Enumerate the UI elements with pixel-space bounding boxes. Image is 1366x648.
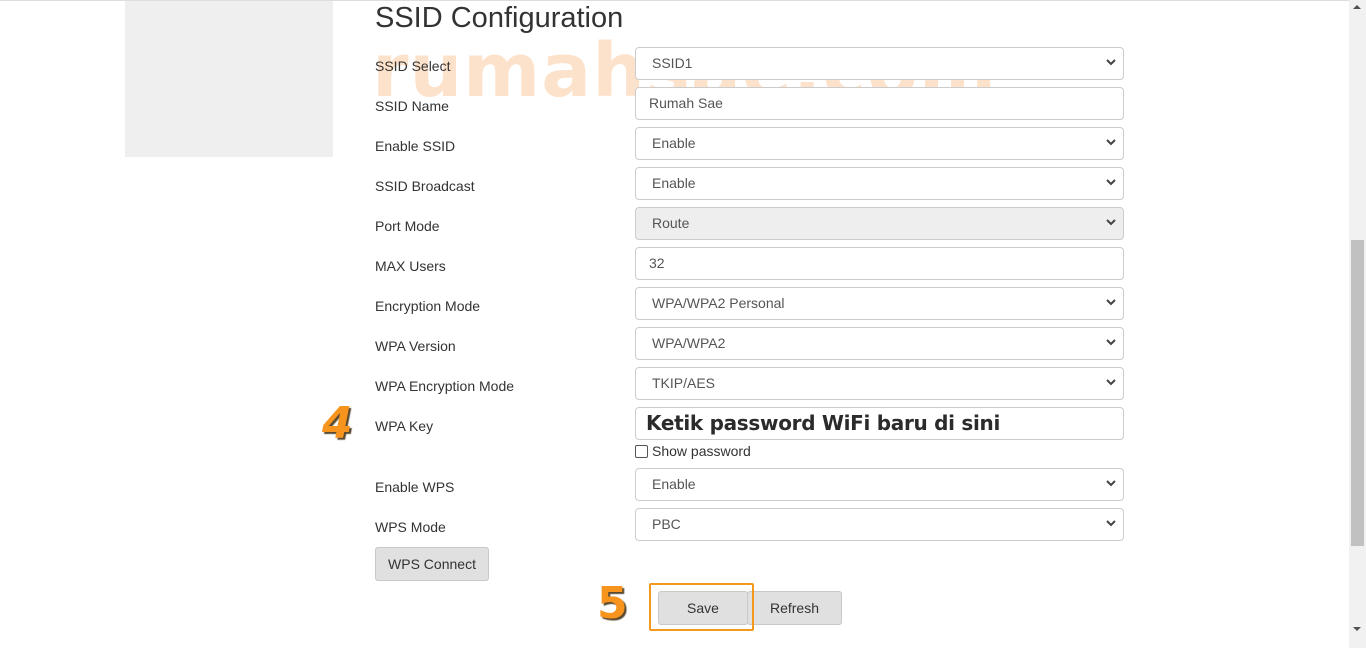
refresh-button[interactable]: Refresh [747,591,842,625]
wpa-encryption-mode-label: WPA Encryption Mode [375,378,515,394]
encryption-mode-row: Encryption Mode WPA/WPA2 Personal [375,287,1125,321]
wpa-key-input[interactable]: Ketik password WiFi baru di sini [635,407,1124,440]
ssid-broadcast-row: SSID Broadcast Enable [375,167,1125,201]
step-number-4: 4 [322,398,353,449]
chevron-down-icon [1106,297,1116,307]
enable-wps-row: Enable WPS Enable [375,468,1125,502]
chevron-down-icon [1106,377,1116,387]
chevron-down-icon [1106,518,1116,528]
step-number-5: 5 [597,578,628,629]
enable-wps-label: Enable WPS [375,479,455,495]
enable-wps-value: Enable [652,476,696,492]
enable-ssid-value: Enable [652,135,696,151]
wps-mode-label: WPS Mode [375,519,446,535]
chevron-down-icon [1106,57,1116,67]
wpa-encryption-mode-row: WPA Encryption Mode TKIP/AES [375,367,1125,401]
chevron-down-icon [1106,478,1116,488]
ssid-broadcast-label: SSID Broadcast [375,178,475,194]
wps-connect-button[interactable]: WPS Connect [375,547,489,581]
scroll-down-arrow-icon[interactable] [1353,627,1361,631]
show-password-checkbox[interactable] [635,444,648,458]
show-password-label: Show password [652,443,751,459]
chevron-down-icon [1106,217,1116,227]
scroll-up-arrow-icon[interactable] [1353,5,1361,9]
wpa-key-label: WPA Key [375,418,434,434]
wps-mode-row: WPS Mode PBC [375,508,1125,542]
wpa-version-value: WPA/WPA2 [652,335,726,351]
port-mode-row: Port Mode Route [375,207,1125,241]
ssid-select-value: SSID1 [652,55,693,71]
chevron-down-icon [1106,137,1116,147]
max-users-label: MAX Users [375,258,446,274]
enable-ssid-select[interactable]: Enable [635,127,1124,160]
chevron-down-icon [1106,337,1116,347]
ssid-select[interactable]: SSID1 [635,47,1124,80]
wpa-encryption-mode-select[interactable]: TKIP/AES [635,367,1124,400]
ssid-name-row: SSID Name Rumah Sae [375,87,1125,121]
vertical-scrollbar[interactable] [1349,0,1366,648]
max-users-row: MAX Users 32 [375,247,1125,281]
ssid-broadcast-select[interactable]: Enable [635,167,1124,200]
chevron-down-icon [1106,177,1116,187]
wps-mode-value: PBC [652,516,681,532]
max-users-value: 32 [649,255,665,271]
wpa-version-label: WPA Version [375,338,456,354]
scrollbar-thumb[interactable] [1351,240,1364,546]
port-mode-label: Port Mode [375,218,440,234]
ssid-select-label: SSID Select [375,58,451,74]
wpa-version-select[interactable]: WPA/WPA2 [635,327,1124,360]
wpa-version-row: WPA Version WPA/WPA2 [375,327,1125,361]
ssid-broadcast-value: Enable [652,175,696,191]
save-highlight-box [649,583,754,631]
ssid-select-row: SSID Select SSID1 [375,47,1125,81]
max-users-input[interactable]: 32 [635,247,1124,280]
enable-ssid-row: Enable SSID Enable [375,127,1125,161]
port-mode-value: Route [652,215,690,231]
sidebar-panel [125,1,333,157]
encryption-mode-label: Encryption Mode [375,298,481,314]
ssid-name-input[interactable]: Rumah Sae [635,87,1124,120]
page-title: SSID Configuration [375,2,624,34]
encryption-mode-select[interactable]: WPA/WPA2 Personal [635,287,1124,320]
port-mode-select: Route [635,207,1124,240]
encryption-mode-value: WPA/WPA2 Personal [652,295,785,311]
enable-ssid-label: Enable SSID [375,138,456,154]
wpa-key-row: WPA Key Ketik password WiFi baru di sini [375,407,1125,441]
wpa-key-value: Ketik password WiFi baru di sini [646,411,1001,435]
ssid-name-label: SSID Name [375,98,449,114]
ssid-name-value: Rumah Sae [649,95,723,111]
show-password-toggle[interactable]: Show password [635,443,751,459]
wps-mode-select[interactable]: PBC [635,508,1124,541]
enable-wps-select[interactable]: Enable [635,468,1124,501]
wpa-encryption-mode-value: TKIP/AES [652,375,716,391]
